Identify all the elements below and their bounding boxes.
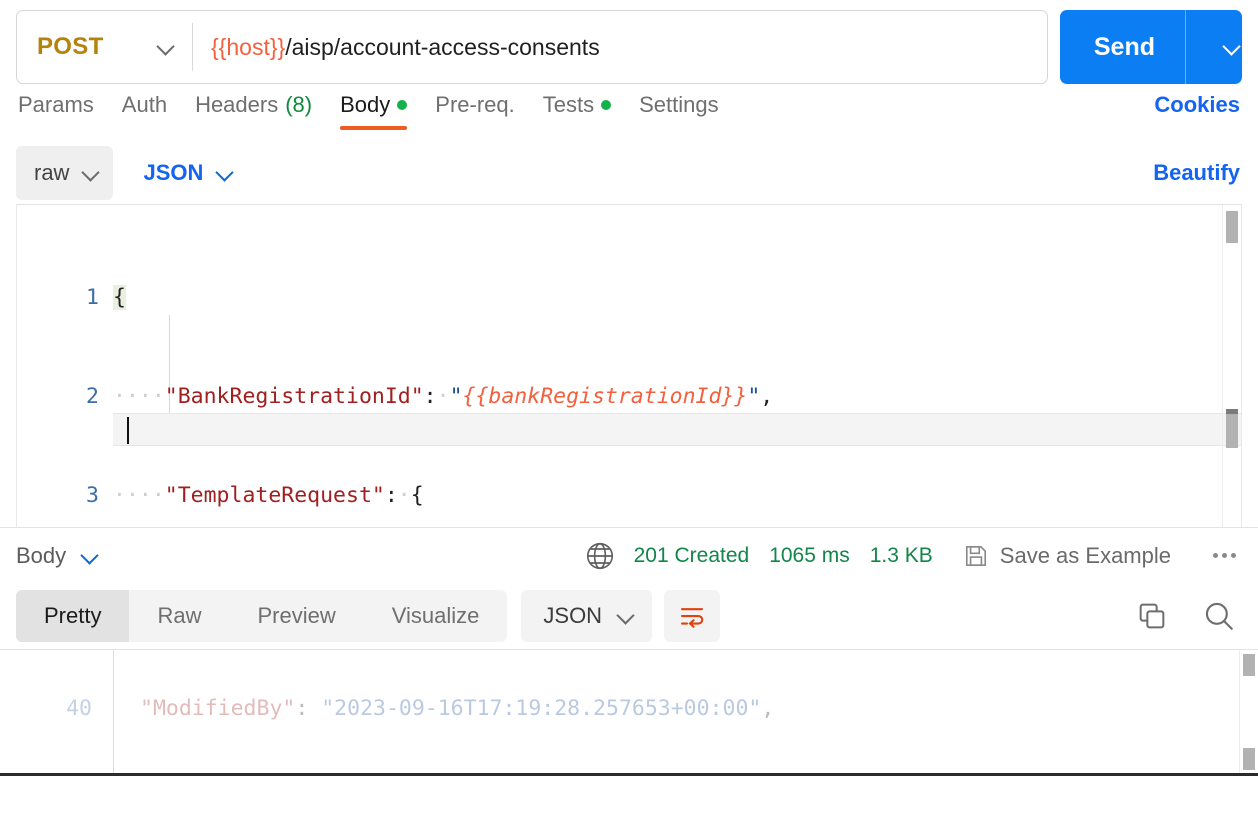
- response-tabs-bar: Pretty Raw Preview Visualize JSON: [0, 583, 1258, 649]
- search-icon[interactable]: [1202, 599, 1236, 633]
- tab-label: Headers: [195, 92, 279, 117]
- body-format-dropdown[interactable]: JSON: [135, 160, 243, 186]
- tab-label: Raw: [157, 603, 202, 628]
- code-line: {: [113, 285, 126, 310]
- word-wrap-button[interactable]: [664, 590, 721, 642]
- save-as-example-button[interactable]: Save as Example: [963, 543, 1171, 569]
- line-number: 3: [86, 483, 99, 508]
- beautify-button[interactable]: Beautify: [1153, 160, 1242, 186]
- chevron-down-icon: [616, 606, 636, 626]
- response-content: "ModifiedBy": "2023-09-16T17:19:28.25765…: [140, 650, 1228, 776]
- bottom-border: [0, 773, 1258, 776]
- response-scrollbar[interactable]: [1239, 650, 1258, 776]
- globe-icon: [586, 542, 613, 569]
- response-time: 1065 ms: [769, 543, 850, 567]
- response-status-bar: Body 201 Created 1065 ms 1.3 KB Save as …: [0, 527, 1258, 583]
- http-method-label: POST: [37, 33, 104, 60]
- tab-label: Preview: [257, 603, 336, 628]
- tab-body[interactable]: Body: [326, 92, 421, 130]
- request-body-editor[interactable]: 1 2 3 4 5 6 7 { ····"BankRegistrationId"…: [16, 204, 1242, 527]
- response-meta-group: 201 Created 1065 ms 1.3 KB Save as Examp…: [586, 542, 1242, 570]
- tab-label: Auth: [121, 92, 168, 117]
- tab-preview[interactable]: Preview: [229, 590, 363, 642]
- status-code: 201 Created: [633, 543, 750, 567]
- editor-content[interactable]: { ····"BankRegistrationId":·"{{bankRegis…: [113, 215, 1201, 527]
- tab-label: Pretty: [44, 603, 102, 628]
- copy-icon[interactable]: [1136, 600, 1168, 632]
- headers-count: (8): [285, 92, 313, 117]
- chevron-down-icon: [81, 163, 101, 183]
- request-tabs: Params Auth Headers (8) Body Pre-req. Te…: [0, 92, 1258, 136]
- chevron-down-icon: [215, 163, 235, 183]
- response-format-label: JSON: [543, 603, 603, 628]
- scrollbar-thumb[interactable]: [1243, 654, 1255, 676]
- body-format-label: JSON: [143, 160, 204, 185]
- body-toolbar: raw JSON Beautify: [0, 142, 1258, 204]
- line-number: 40: [66, 696, 92, 721]
- text-cursor: [127, 417, 129, 444]
- url-input-container: POST {{host}}/aisp/account-access-consen…: [16, 10, 1048, 84]
- chevron-down-icon: [80, 546, 100, 566]
- tab-headers[interactable]: Headers (8): [181, 92, 326, 130]
- response-format-dropdown[interactable]: JSON: [521, 590, 653, 642]
- response-size: 1.3 KB: [869, 543, 933, 567]
- send-options-dropdown[interactable]: [1186, 10, 1242, 84]
- tab-pretty[interactable]: Pretty: [16, 590, 130, 642]
- tab-label: Settings: [639, 92, 719, 117]
- tab-label: Tests: [542, 92, 595, 117]
- tab-label: Params: [18, 92, 94, 117]
- save-as-example-label: Save as Example: [999, 542, 1171, 568]
- cookies-link[interactable]: Cookies: [1154, 92, 1242, 118]
- tab-label: Pre-req.: [435, 92, 515, 117]
- url-variable: {{host}}: [211, 33, 286, 60]
- response-actions: [1136, 599, 1242, 633]
- send-button[interactable]: Send: [1059, 10, 1242, 84]
- response-body-dropdown[interactable]: Body: [16, 543, 100, 569]
- status-dot-icon: [397, 100, 408, 110]
- body-mode-label: raw: [34, 160, 70, 185]
- line-number: 1: [86, 285, 99, 310]
- status-dot-icon: [601, 100, 612, 110]
- tab-label: Visualize: [391, 603, 480, 628]
- floppy-disk-icon: [965, 545, 986, 566]
- tab-tests[interactable]: Tests: [529, 92, 625, 130]
- url-path: /aisp/account-access-consents: [285, 33, 600, 60]
- response-body-viewer[interactable]: 40 41 42 43 "ModifiedBy": "2023-09-16T17…: [0, 649, 1258, 776]
- code-line: ····"TemplateRequest":·{: [113, 483, 424, 508]
- line-number: 2: [86, 384, 99, 409]
- scrollbar-thumb[interactable]: [1226, 211, 1238, 243]
- url-input[interactable]: {{host}}/aisp/account-access-consents: [193, 34, 1047, 61]
- response-body-label: Body: [16, 542, 67, 568]
- editor-line-numbers: 1 2 3 4 5 6 7: [17, 215, 99, 527]
- chevron-down-icon: [156, 37, 176, 57]
- scrollbar-thumb-lower[interactable]: [1243, 748, 1255, 770]
- tab-raw[interactable]: Raw: [129, 590, 229, 642]
- code-line: ····"BankRegistrationId":·"{{bankRegistr…: [113, 384, 774, 409]
- response-view-tabs: Pretty Raw Preview Visualize: [16, 590, 508, 642]
- scrollbar-thumb-lower[interactable]: [1226, 414, 1238, 448]
- editor-scrollbar[interactable]: [1222, 205, 1241, 527]
- request-url-row: POST {{host}}/aisp/account-access-consen…: [0, 0, 1258, 84]
- tab-visualize[interactable]: Visualize: [364, 590, 508, 642]
- tab-auth[interactable]: Auth: [108, 92, 181, 130]
- more-options-icon[interactable]: [1207, 547, 1242, 564]
- code-line: "ModifiedBy": "2023-09-16T17:19:28.25765…: [140, 696, 775, 721]
- tab-label: Body: [340, 92, 391, 117]
- tab-settings[interactable]: Settings: [625, 92, 733, 130]
- body-mode-dropdown[interactable]: raw: [16, 146, 114, 200]
- tab-prerequest[interactable]: Pre-req.: [421, 92, 528, 130]
- tab-params[interactable]: Params: [16, 92, 108, 130]
- indent-guide: [113, 650, 114, 776]
- http-method-dropdown[interactable]: POST: [17, 11, 192, 83]
- send-button-label: Send: [1093, 32, 1155, 61]
- word-wrap-icon: [681, 608, 704, 628]
- response-line-numbers: 40 41 42 43: [0, 650, 92, 776]
- chevron-down-icon: [1222, 37, 1242, 57]
